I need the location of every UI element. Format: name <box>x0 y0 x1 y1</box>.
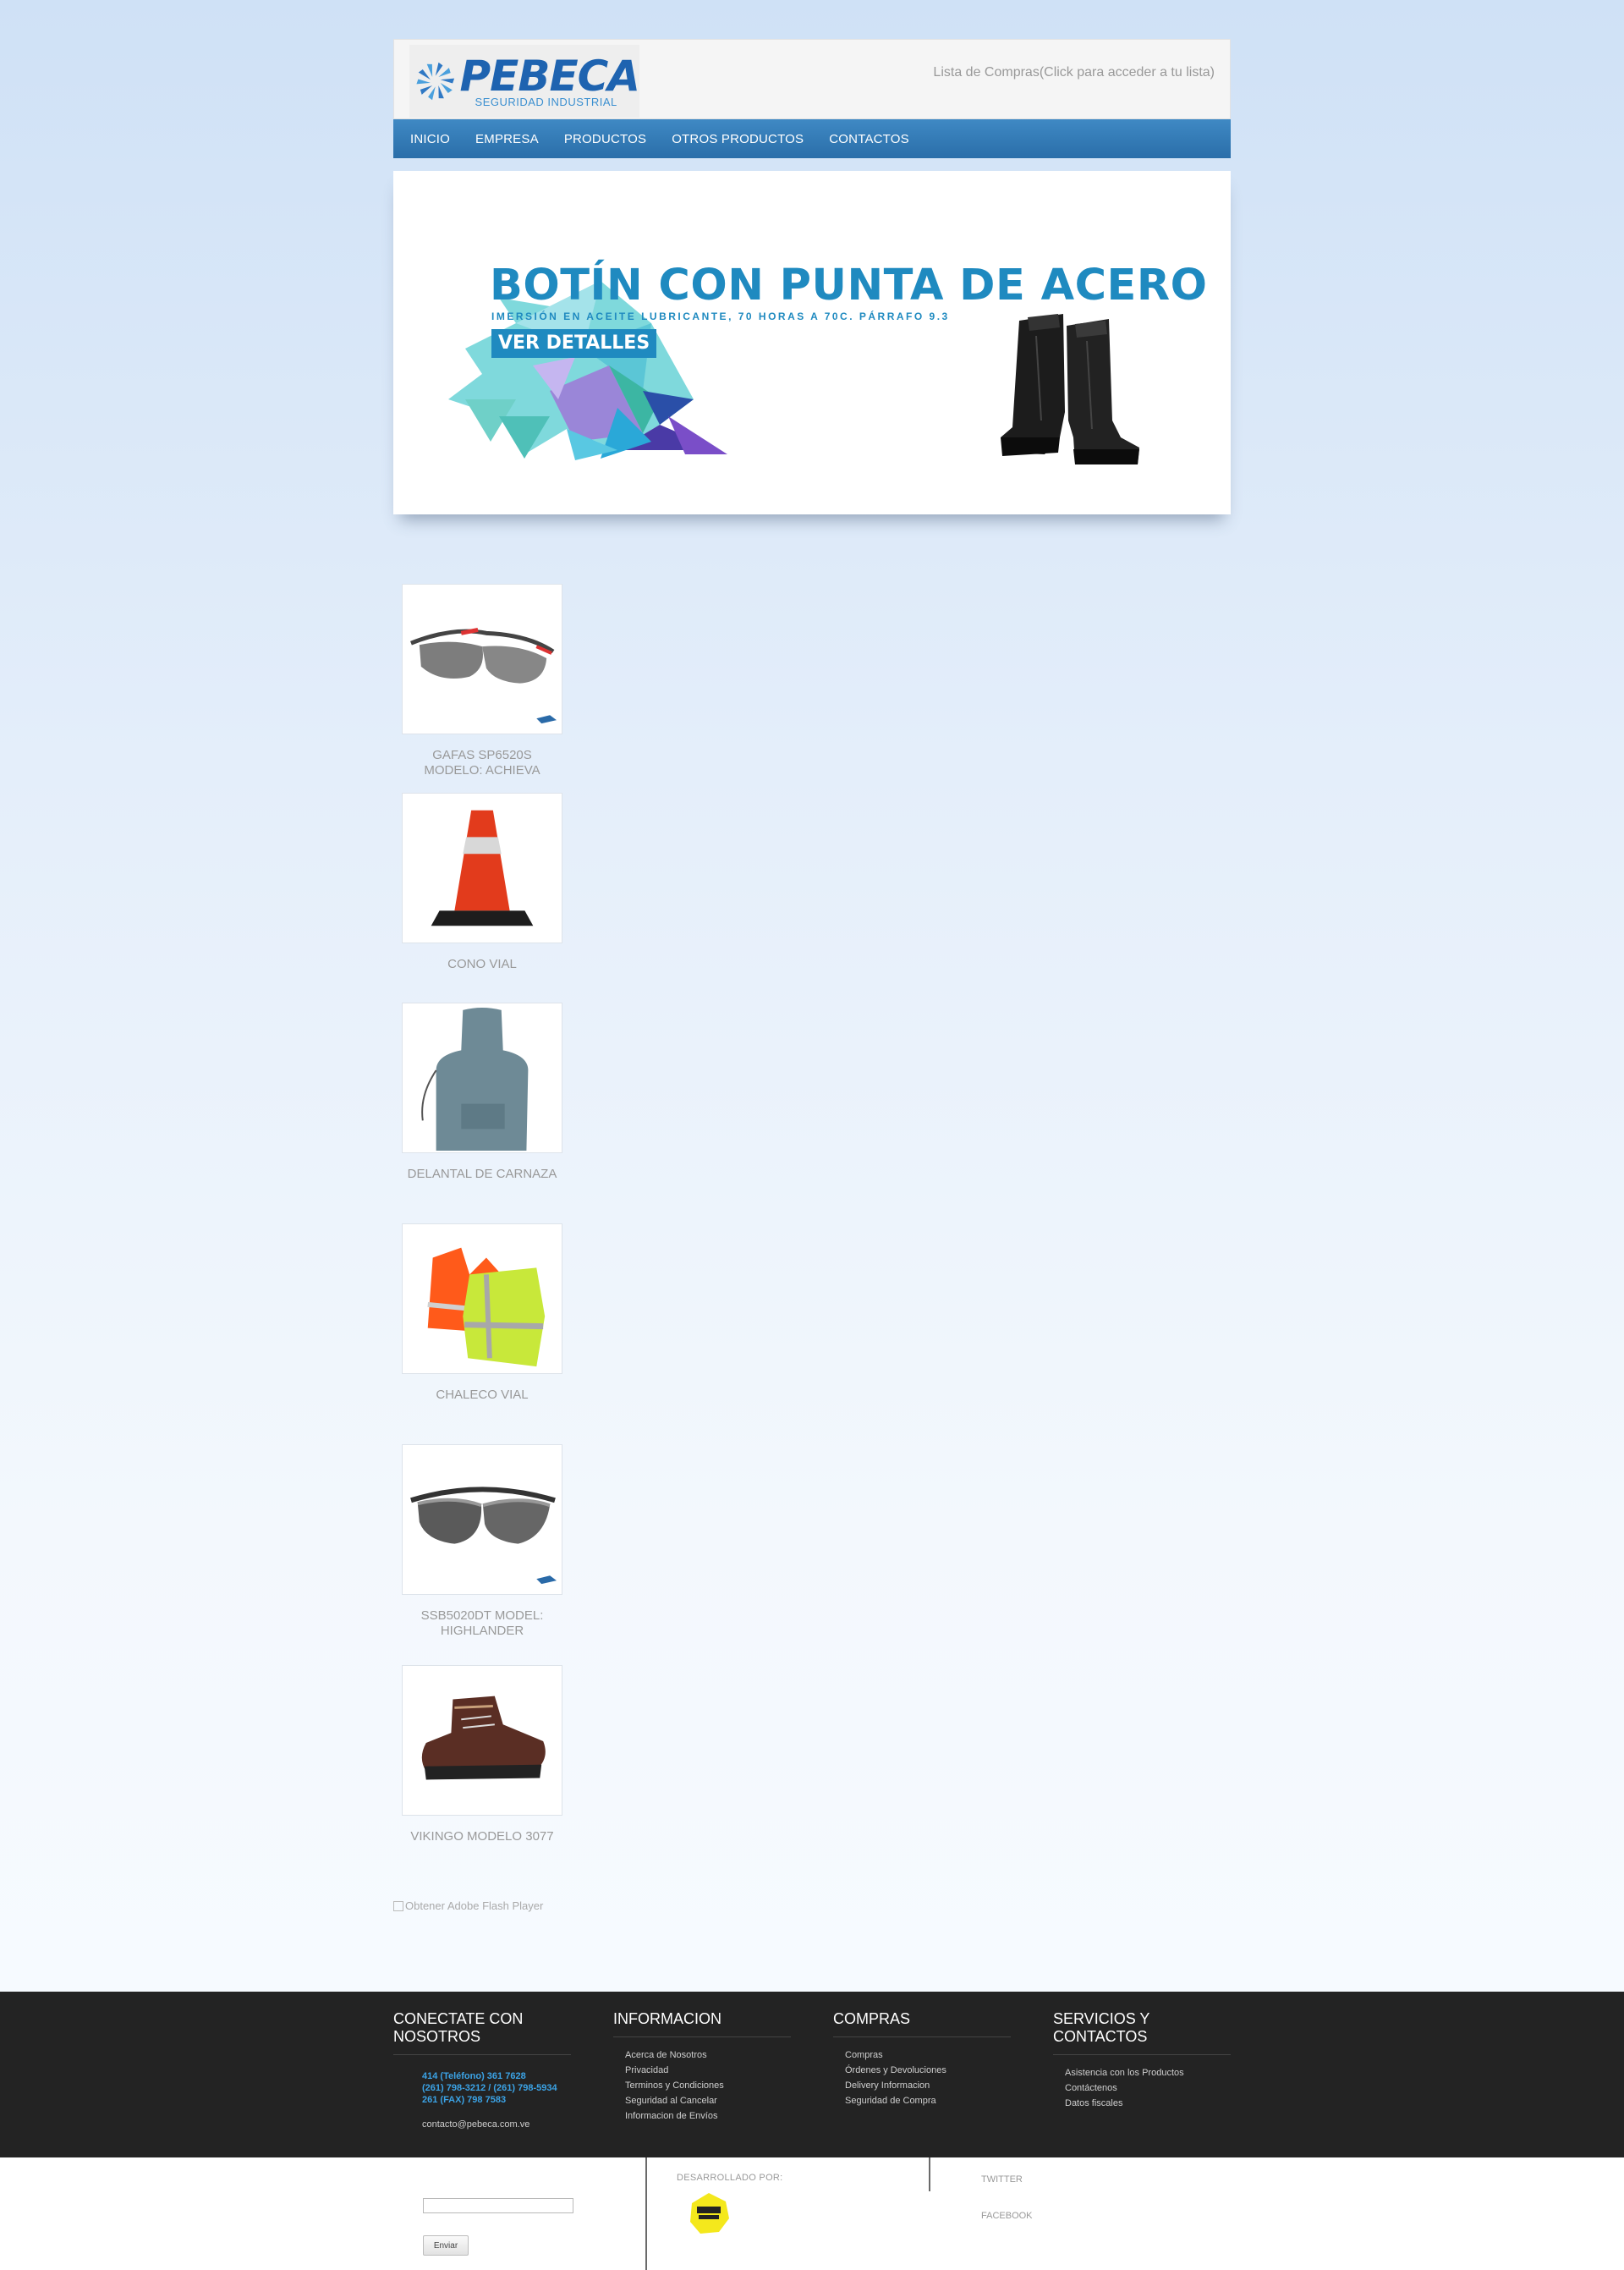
twitter-link[interactable]: TWITTER <box>981 2174 1023 2185</box>
traffic-cone-icon[interactable] <box>402 793 562 943</box>
footer-link-contactenos[interactable]: Contáctenos <box>1065 2080 1231 2096</box>
contact-email[interactable]: contacto@pebeca.com.ve <box>422 2119 571 2130</box>
logo-tagline: SEGURIDAD INDUSTRIAL <box>475 95 617 108</box>
safety-glasses-icon[interactable] <box>402 584 562 734</box>
nav-item-otros-productos[interactable]: OTROS PRODUCTOS <box>672 132 804 146</box>
main-nav: INICIO EMPRESA PRODUCTOS OTROS PRODUCTOS… <box>393 119 1231 158</box>
nav-item-empresa[interactable]: EMPRESA <box>475 132 539 146</box>
banner-title: BOTÍN CON PUNTA DE ACERO <box>490 261 1208 311</box>
safety-vest-icon[interactable] <box>402 1223 562 1374</box>
footer-informacion: INFORMACION Acerca de Nosotros Privacida… <box>613 2010 791 2124</box>
footer-connect-title: CONECTATE CON NOSOTROS <box>393 2010 571 2055</box>
footer-link-asistencia[interactable]: Asistencia con los Productos <box>1065 2065 1231 2080</box>
footer-informacion-title: INFORMACION <box>613 2010 791 2037</box>
product-name[interactable]: GAFAS SP6520S MODELO: ACHIEVA <box>402 748 562 778</box>
sport-goggles-icon[interactable] <box>402 1444 562 1595</box>
newsletter-input[interactable] <box>423 2198 573 2213</box>
footer-link-seguridad-compra[interactable]: Seguridad de Compra <box>845 2093 1011 2108</box>
footer-link-delivery[interactable]: Delivery Informacion <box>845 2078 1011 2093</box>
product-name[interactable]: VIKINGO MODELO 3077 <box>402 1829 562 1844</box>
nav-item-contactos[interactable]: CONTACTOS <box>829 132 909 146</box>
get-flash-player-link[interactable]: Obtener Adobe Flash Player <box>393 1899 543 1912</box>
pinwheel-logo-icon <box>416 62 455 101</box>
pebeca-logo[interactable]: PEBECA SEGURIDAD INDUSTRIAL <box>409 45 640 118</box>
footer-link-envios[interactable]: Informacion de Envíos <box>625 2108 791 2124</box>
developer-logo-icon[interactable] <box>687 2191 731 2235</box>
phone-line: 414 (Teléfono) 361 7628 <box>422 2071 526 2081</box>
product-card[interactable]: SSB5020DT MODEL: HIGHLANDER <box>402 1444 562 1639</box>
product-name[interactable]: SSB5020DT MODEL: HIGHLANDER <box>402 1608 562 1639</box>
shopping-list-link[interactable]: Lista de Compras(Click para acceder a tu… <box>933 65 1215 80</box>
logo-name: PEBECA <box>459 51 640 101</box>
footer-servicios-title: SERVICIOS Y CONTACTOS <box>1053 2010 1231 2055</box>
product-card[interactable]: DELANTAL DE CARNAZA <box>402 1003 562 1182</box>
safety-shoe-icon[interactable] <box>402 1665 562 1816</box>
developed-by-label: DESARROLLADO POR: <box>677 2173 783 2183</box>
bottom-bar: Enviar DESARROLLADO POR: TWITTER FACEBOO… <box>0 2157 1624 2270</box>
product-card[interactable]: VIKINGO MODELO 3077 <box>402 1665 562 1844</box>
leather-apron-icon[interactable] <box>402 1003 562 1153</box>
product-card[interactable]: GAFAS SP6520S MODELO: ACHIEVA <box>402 584 562 778</box>
fax-line: 261 (FAX) 798 7583 <box>422 2095 507 2105</box>
product-card[interactable]: CHALECO VIAL <box>402 1223 562 1403</box>
footer-servicios: SERVICIOS Y CONTACTOS Asistencia con los… <box>1053 2010 1231 2111</box>
facebook-link[interactable]: FACEBOOK <box>981 2211 1033 2221</box>
nav-item-productos[interactable]: PRODUCTOS <box>564 132 646 146</box>
nav-item-inicio[interactable]: INICIO <box>410 132 450 146</box>
footer-link-ordenes[interactable]: Órdenes y Devoluciones <box>845 2063 1011 2078</box>
footer-link-acerca[interactable]: Acerca de Nosotros <box>625 2047 791 2063</box>
site-header: PEBECA SEGURIDAD INDUSTRIAL Lista de Com… <box>393 39 1231 119</box>
broken-image-icon <box>393 1901 403 1911</box>
footer-connect: CONECTATE CON NOSOTROS 414 (Teléfono) 36… <box>393 2010 571 2130</box>
send-button[interactable]: Enviar <box>423 2235 469 2256</box>
steel-toe-boots-icon <box>1001 314 1139 464</box>
site-footer: CONECTATE CON NOSOTROS 414 (Teléfono) 36… <box>0 1992 1624 2157</box>
product-card[interactable]: CONO VIAL <box>402 793 562 972</box>
footer-compras: COMPRAS Compras Órdenes y Devoluciones D… <box>833 2010 1011 2108</box>
footer-compras-title: COMPRAS <box>833 2010 1011 2037</box>
phone-line: (261) 798-3212 / (261) 798-5934 <box>422 2083 557 2093</box>
footer-link-privacidad[interactable]: Privacidad <box>625 2063 791 2078</box>
flash-link-text: Obtener Adobe Flash Player <box>405 1899 544 1912</box>
product-name[interactable]: CHALECO VIAL <box>402 1388 562 1403</box>
product-name[interactable]: CONO VIAL <box>402 957 562 972</box>
divider <box>645 2157 647 2270</box>
footer-link-compras[interactable]: Compras <box>845 2047 1011 2063</box>
footer-link-seguridad-cancelar[interactable]: Seguridad al Cancelar <box>625 2093 791 2108</box>
product-name[interactable]: DELANTAL DE CARNAZA <box>402 1167 562 1182</box>
footer-link-datos-fiscales[interactable]: Datos fiscales <box>1065 2096 1231 2111</box>
banner-subtitle: IMERSIÓN EN ACEITE LUBRICANTE, 70 HORAS … <box>491 311 950 322</box>
view-details-button[interactable]: VER DETALLES <box>491 329 657 358</box>
hero-banner[interactable]: BOTÍN CON PUNTA DE ACERO IMERSIÓN EN ACE… <box>393 171 1231 514</box>
footer-link-terminos[interactable]: Terminos y Condiciones <box>625 2078 791 2093</box>
divider <box>929 2157 930 2191</box>
